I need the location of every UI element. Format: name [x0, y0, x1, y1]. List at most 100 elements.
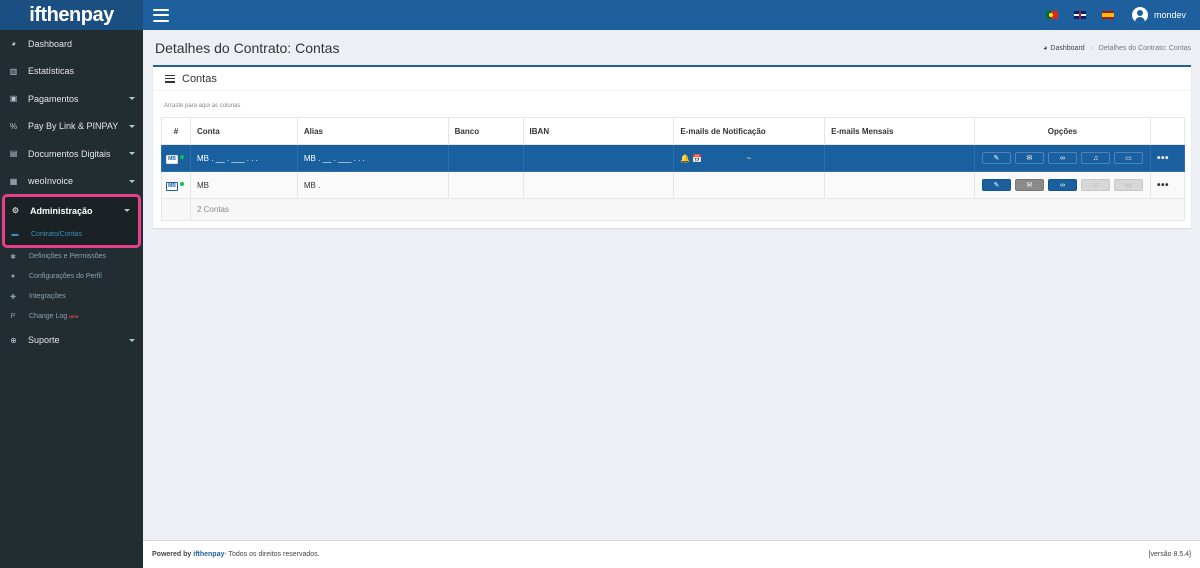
- sidebar-subitem-definicoes[interactable]: ✱ Definições e Permissões: [0, 247, 143, 267]
- sidebar-subitem-changelog[interactable]: P Change Log NEW: [0, 307, 143, 327]
- edit-button[interactable]: ✎: [981, 152, 1011, 164]
- bell-icon: ♫: [1092, 181, 1099, 189]
- col-header-conta[interactable]: Conta: [189, 117, 298, 145]
- more-options-button[interactable]: •••: [1149, 171, 1186, 199]
- sidebar-subitem-contrato-contas[interactable]: ▬ Contrato/Contas: [5, 225, 138, 245]
- link-icon: %: [9, 121, 18, 131]
- footer-brand-link[interactable]: ifthenpay: [193, 551, 224, 558]
- breadcrumb-home-link[interactable]: Dashboard: [1050, 45, 1084, 52]
- chevron-down-icon: [129, 179, 135, 183]
- chevron-down-icon: [129, 97, 135, 100]
- home-icon: ◕: [1043, 45, 1048, 52]
- chevron-down-icon: [129, 338, 135, 342]
- invoice-icon: ▦: [9, 176, 18, 186]
- col-header-emails-mensais[interactable]: E-mails Mensais: [824, 117, 975, 145]
- link-button[interactable]: ∞: [1047, 179, 1077, 191]
- menu-toggle-icon[interactable]: [153, 8, 169, 22]
- sidebar-item-administracao[interactable]: ⚙ Administração: [5, 197, 138, 225]
- col-header-banco[interactable]: Banco: [447, 117, 524, 145]
- account-type-cell: MB: [161, 144, 191, 172]
- options-cell: ✎ ✉ ∞ ♫ ▭: [973, 171, 1151, 199]
- gear-icon: ✱: [10, 253, 16, 261]
- table-row[interactable]: MB MB . __ . ___ . . . MB . __ . ___ . .…: [161, 144, 1186, 172]
- edit-button[interactable]: ✎: [981, 179, 1011, 191]
- payments-icon: ▣: [9, 94, 18, 104]
- sidebar-subitem-integracoes[interactable]: ✚ Integrações: [0, 287, 143, 307]
- envelope-icon: ✉: [1026, 182, 1033, 189]
- sidebar-item-estatisticas[interactable]: ▥ Estatísticas: [0, 58, 143, 86]
- bell-calendar-icon: 🔔📅: [680, 153, 705, 163]
- top-right-controls: mondev: [1038, 7, 1200, 23]
- sidebar-subitem-label: Definições e Permissões: [29, 253, 107, 260]
- sidebar-item-weoinvoice[interactable]: ▦ weoInvoice: [0, 168, 143, 196]
- list-icon: [165, 74, 175, 83]
- iban-cell: [522, 144, 675, 172]
- document-icon: ▤: [9, 149, 18, 159]
- notification-button[interactable]: ♫: [1080, 152, 1110, 164]
- col-header-num[interactable]: #: [161, 117, 191, 145]
- page-title: Detalhes do Contrato: Contas: [155, 40, 340, 56]
- logo[interactable]: ifthenpay: [0, 0, 143, 30]
- chevron-down-icon: [124, 209, 130, 212]
- chevron-down-icon: [129, 152, 135, 155]
- conta-cell: MB . __ . ___ . . .: [189, 144, 298, 172]
- link-icon: ∞: [1059, 154, 1065, 162]
- sidebar-item-dashboard[interactable]: ◕ Dashboard: [0, 30, 143, 58]
- sidebar-subitem-label: Contrato/Contas: [31, 231, 82, 238]
- sidebar-item-suporte[interactable]: ⊕ Suporte: [0, 327, 143, 355]
- status-active-icon: [180, 155, 184, 160]
- account-type-cell: MB: [161, 171, 191, 199]
- col-header-emails-notificacao[interactable]: E-mails de Notificação: [673, 117, 826, 145]
- breadcrumb-separator: >: [1089, 45, 1094, 52]
- bell-icon: ♫: [1092, 154, 1099, 162]
- accounts-box: Contas Arraste para aqui as colunas # Co…: [153, 65, 1191, 228]
- new-badge: NEW: [69, 314, 79, 319]
- sidebar-item-pagamentos[interactable]: ▣ Pagamentos: [0, 85, 143, 113]
- sidebar-item-label: Estatísticas: [28, 66, 75, 77]
- emails-notificacao-value: ~: [746, 153, 752, 163]
- breadcrumb: ◕ Dashboard > Detalhes do Contrato: Cont…: [1043, 45, 1191, 52]
- col-header-iban[interactable]: IBAN: [522, 117, 675, 145]
- notification-button[interactable]: ♫: [1080, 179, 1110, 191]
- sidebar-subitem-configuracoes[interactable]: ● Configurações do Perfil: [0, 267, 143, 287]
- link-button[interactable]: ∞: [1047, 152, 1077, 164]
- sidebar-item-documentos[interactable]: ▤ Documentos Digitais: [0, 140, 143, 168]
- bar-chart-icon: ▥: [9, 66, 18, 76]
- sidebar-subitem-label: Change Log: [29, 313, 68, 320]
- email-button[interactable]: ✉: [1014, 152, 1044, 164]
- col-header-alias[interactable]: Alias: [296, 117, 449, 145]
- col-header-opcoes: Opções: [973, 117, 1151, 145]
- emails-mensais-cell: [824, 144, 975, 172]
- col-header-more: [1149, 117, 1186, 145]
- more-options-button[interactable]: •••: [1149, 144, 1186, 172]
- calendar-icon: ▭: [1125, 182, 1132, 189]
- cogs-icon: ⚙: [11, 206, 20, 216]
- dashboard-icon: ◕: [11, 39, 16, 49]
- table-row[interactable]: MB MB MB . ✎ ✉ ∞ ♫ ▭ •••: [161, 171, 1186, 199]
- footer-powered-prefix: Powered by: [152, 551, 192, 558]
- calendar-button[interactable]: ▭: [1113, 179, 1143, 191]
- flag-uk-icon[interactable]: [1073, 11, 1086, 19]
- flag-es-icon[interactable]: [1101, 11, 1114, 19]
- calendar-button[interactable]: ▭: [1113, 152, 1143, 164]
- footer-empty-cell: [161, 198, 191, 221]
- user-name[interactable]: mondev: [1154, 10, 1186, 20]
- sidebar-subitem-label: Integrações: [29, 293, 66, 300]
- table-footer-row: 2 Contas: [161, 198, 1186, 221]
- breadcrumb-current: Detalhes do Contrato: Contas: [1098, 45, 1191, 52]
- sidebar-item-pay-by-link[interactable]: % Pay By Link & PINPAY: [0, 113, 143, 141]
- options-cell: ✎ ✉ ∞ ♫ ▭: [973, 144, 1151, 172]
- status-active-icon: [180, 182, 184, 187]
- flag-pt-icon[interactable]: [1045, 11, 1058, 19]
- pencil-icon: ✎: [993, 182, 1000, 189]
- user-avatar-icon[interactable]: [1131, 7, 1148, 23]
- banco-cell: [447, 144, 524, 172]
- app-version: [versão 8.5.4]: [1148, 551, 1191, 558]
- group-drop-zone[interactable]: Arraste para aqui as colunas: [164, 103, 240, 109]
- sidebar-item-label: Documentos Digitais: [28, 148, 111, 159]
- main-content: Detalhes do Contrato: Contas ◕ Dashboard…: [143, 30, 1200, 540]
- email-button[interactable]: ✉: [1014, 179, 1044, 191]
- iban-cell: [522, 171, 675, 199]
- chevron-down-icon: [129, 124, 135, 128]
- pencil-icon: ✎: [993, 155, 1000, 162]
